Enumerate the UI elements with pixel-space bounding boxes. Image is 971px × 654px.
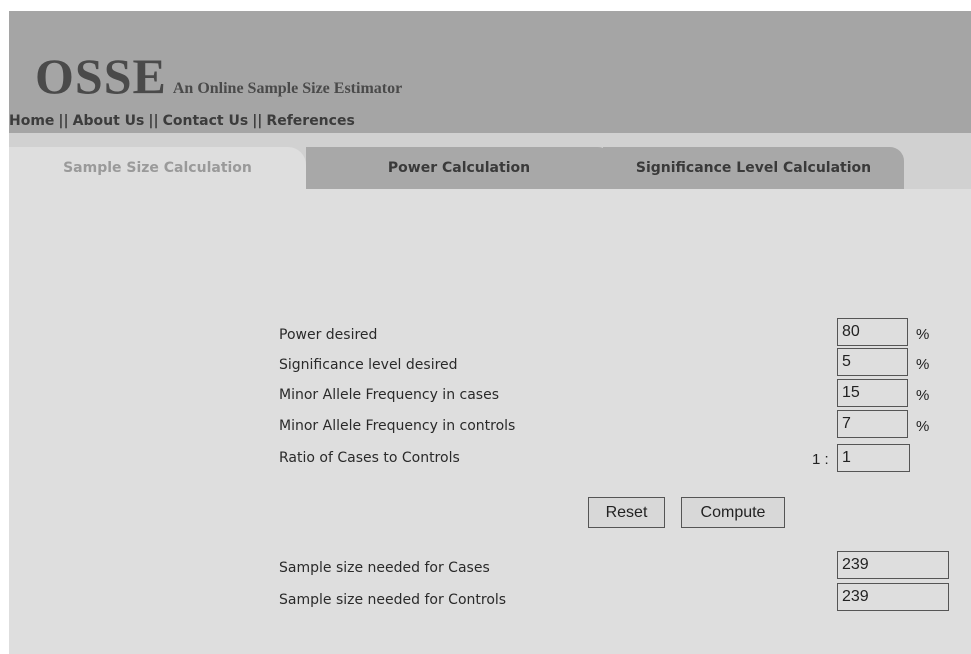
maf-cases-label: Minor Allele Frequency in cases (279, 387, 500, 403)
result-controls-output (837, 583, 949, 611)
nav-references-link[interactable]: References (266, 113, 354, 129)
nav-about-link[interactable]: About Us (73, 113, 145, 129)
maf-controls-unit: % (916, 418, 930, 435)
ratio-label: Ratio of Cases to Controls (279, 450, 460, 466)
logo-main: OSSE (35, 48, 167, 104)
ratio-input[interactable] (837, 444, 910, 472)
result-cases-label: Sample size needed for Cases (279, 560, 490, 576)
tab-sample-size-calculation[interactable]: Sample Size Calculation (9, 147, 306, 189)
significance-unit: % (916, 356, 930, 373)
power-input[interactable] (837, 318, 908, 346)
tab-power-calculation[interactable]: Power Calculation (306, 147, 612, 189)
significance-label: Significance level desired (279, 357, 458, 373)
compute-button[interactable]: Compute (681, 497, 785, 528)
nav-separator: || (252, 113, 263, 129)
tab-significance-level-calculation[interactable]: Significance Level Calculation (603, 147, 904, 189)
maf-cases-input[interactable] (837, 379, 908, 407)
power-unit: % (916, 326, 930, 343)
result-cases-output (837, 551, 949, 579)
top-nav: Home || About Us || Contact Us || References (9, 113, 355, 129)
ratio-prefix: 1 : (812, 451, 829, 468)
power-label: Power desired (279, 327, 378, 343)
maf-cases-unit: % (916, 387, 930, 404)
nav-separator: || (148, 113, 159, 129)
nav-separator: || (58, 113, 69, 129)
reset-button[interactable]: Reset (588, 497, 665, 528)
maf-controls-input[interactable] (837, 410, 908, 438)
maf-controls-label: Minor Allele Frequency in controls (279, 418, 516, 434)
logo-subtitle: An Online Sample Size Estimator (172, 80, 403, 97)
site-header: OSSE An Online Sample Size Estimator Home… (9, 11, 971, 133)
site-logo: OSSE An Online Sample Size Estimator (35, 47, 402, 105)
nav-contact-link[interactable]: Contact Us (163, 113, 249, 129)
significance-input[interactable] (837, 348, 908, 376)
nav-home-link[interactable]: Home (9, 113, 54, 129)
result-controls-label: Sample size needed for Controls (279, 592, 507, 608)
